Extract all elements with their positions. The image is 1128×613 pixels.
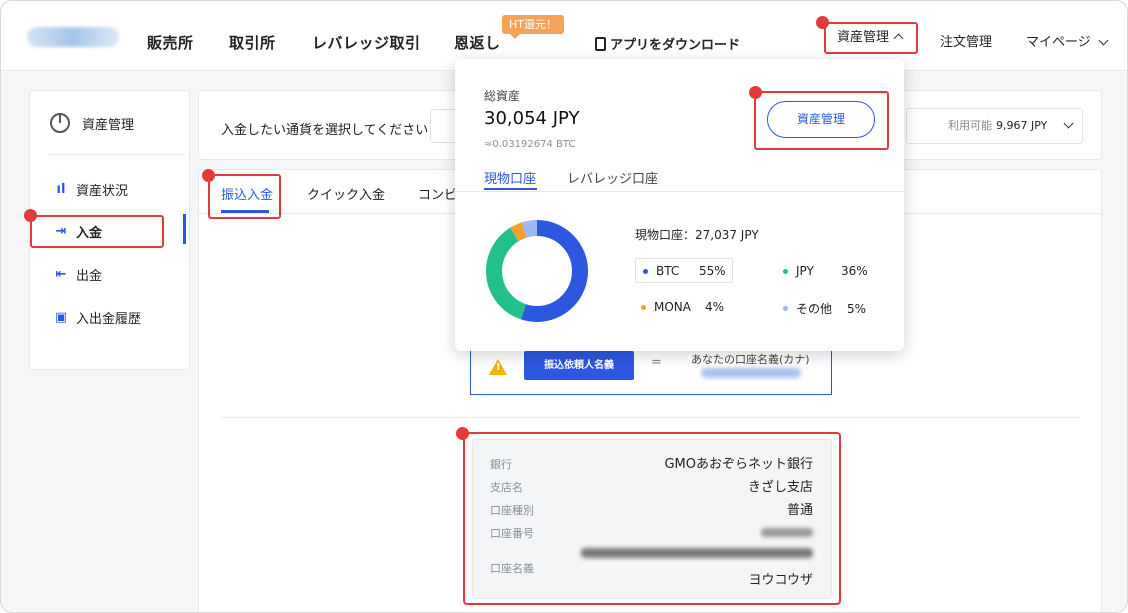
legend-item-jpy: JPY 36% — [783, 264, 868, 278]
account-kana-label: あなたの口座名義(カナ) — [691, 353, 810, 366]
tab-spot-account[interactable]: 現物口座 — [484, 168, 536, 187]
asset-dropdown-panel: 総資産 30,054 JPY ≈0.03192674 BTC 資産管理 現物口座… — [455, 59, 904, 351]
sidebar-active-indicator — [183, 214, 186, 244]
sidebar-title-label: 資産管理 — [82, 117, 135, 133]
withdraw-arrow-icon: ⇤ — [55, 267, 67, 282]
currency-select-label: 入金したい通貨を選択してください — [221, 123, 429, 138]
chevron-down-icon — [1098, 35, 1109, 46]
transfer-name-notice: 振込依頼人名義 = あなたの口座名義(カナ) — [470, 346, 832, 395]
nav-orders[interactable]: 注文管理 — [940, 31, 992, 50]
legend-value: 5% — [847, 301, 867, 316]
asset-management-menu[interactable]: 資産管理 — [824, 22, 918, 54]
bar-chart-icon: ıl — [56, 182, 66, 197]
chevron-up-icon — [893, 33, 904, 44]
transfer-requester-name-button[interactable]: 振込依頼人名義 — [524, 351, 634, 380]
redacted-account-kana — [701, 368, 801, 378]
ht-badge: HT還元！ — [502, 15, 564, 39]
sidebar-title: 資産管理 — [50, 113, 134, 133]
nav-ongaeshi[interactable]: 恩返し — [454, 32, 501, 53]
tab-convenience[interactable]: コンビ — [418, 184, 457, 203]
nav-torihikisho[interactable]: 取引所 — [229, 32, 276, 53]
legend-item-other: その他 5% — [783, 300, 866, 317]
highlight-marker — [202, 169, 215, 182]
legend-item-mona: MONA 4% — [641, 300, 724, 314]
active-tab-underline — [484, 188, 537, 190]
history-card-icon: ▣ — [54, 310, 68, 325]
asset-menu-label: 資産管理 — [837, 30, 890, 45]
highlight-marker — [456, 427, 469, 440]
sidebar-item-label: 入出金履歴 — [76, 312, 142, 327]
total-assets-label: 総資産 — [484, 89, 521, 103]
legend-value: 55% — [699, 264, 726, 278]
chevron-down-icon — [1063, 118, 1074, 129]
app-download-link[interactable]: アプリをダウンロード — [595, 34, 740, 53]
spot-account-summary: 現物口座：27,037 JPY — [635, 228, 759, 242]
total-assets-value: 30,054 JPY — [484, 108, 580, 129]
app-window: 販売所 取引所 レバレッジ取引 恩返し HT還元！ アプリをダウンロード 資産管… — [0, 0, 1128, 613]
warning-icon — [489, 359, 507, 375]
legend-dot — [783, 268, 788, 274]
highlight-box — [30, 215, 164, 248]
sidebar-item-withdraw[interactable]: ⇤ 出金 — [54, 265, 102, 284]
available-value: 9,967 JPY — [996, 119, 1048, 132]
highlight-marker — [816, 16, 829, 29]
legend-value: 36% — [841, 264, 868, 278]
tab-quick-deposit[interactable]: クイック入金 — [307, 184, 385, 203]
highlight-marker — [24, 209, 37, 222]
brand-logo[interactable] — [27, 27, 119, 47]
equals-sign: = — [651, 355, 662, 370]
nav-mypage[interactable]: マイページ — [1026, 31, 1109, 50]
highlight-box — [463, 432, 841, 605]
divider — [221, 417, 1081, 418]
legend-label: MONA — [654, 300, 691, 314]
sidebar-item-history[interactable]: ▣ 入出金履歴 — [54, 308, 141, 327]
divider — [455, 191, 904, 192]
legend-label: BTC — [656, 264, 680, 278]
highlight-marker — [749, 86, 762, 99]
nav-leverage[interactable]: レバレッジ取引 — [312, 32, 421, 53]
highlight-box — [754, 91, 889, 150]
legend-label: JPY — [796, 264, 814, 278]
legend-item-btc: BTC 55% — [643, 264, 726, 278]
pie-chart-icon — [50, 113, 70, 133]
mypage-label: マイページ — [1026, 35, 1091, 50]
legend-label: その他 — [796, 302, 833, 316]
tab-leverage-account[interactable]: レバレッジ口座 — [567, 168, 658, 187]
asset-donut-chart — [486, 220, 588, 322]
nav-hanbaisho[interactable]: 販売所 — [147, 32, 194, 53]
divider — [50, 154, 185, 155]
sidebar-item-label: 資産状況 — [76, 184, 129, 199]
app-download-label: アプリをダウンロード — [610, 38, 741, 53]
legend-dot — [783, 306, 788, 311]
available-balance-select[interactable]: 利用可能 9,967 JPY — [906, 108, 1083, 144]
total-assets-btc: ≈0.03192674 BTC — [484, 139, 576, 150]
sidebar-item-label: 出金 — [76, 269, 103, 284]
phone-icon — [595, 36, 606, 51]
legend-dot — [643, 268, 648, 274]
available-label: 利用可能 — [948, 119, 992, 132]
sidebar-item-asset-status[interactable]: ıl 資産状況 — [54, 180, 128, 199]
legend-value: 4% — [705, 300, 725, 314]
legend-dot — [641, 304, 646, 310]
highlight-box — [208, 174, 281, 219]
